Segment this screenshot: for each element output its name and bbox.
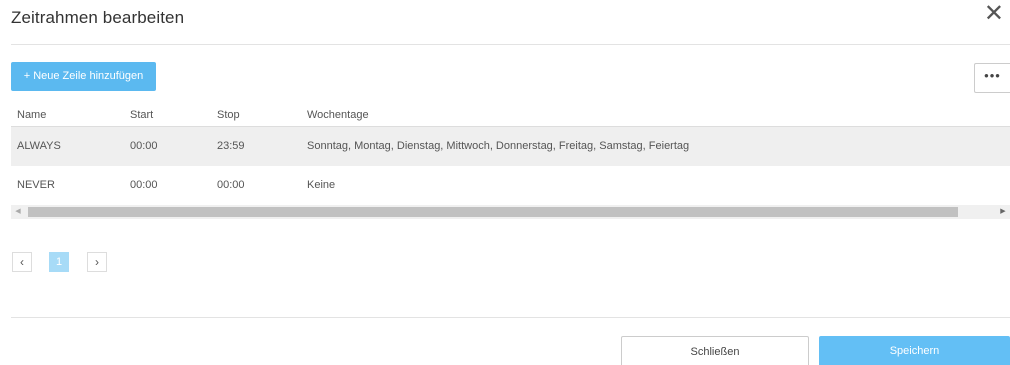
close-icon[interactable]: ✕: [984, 2, 1004, 26]
row-weekdays: Keine: [307, 179, 336, 191]
row-name: NEVER: [17, 179, 55, 191]
column-header-weekdays[interactable]: Wochentage: [307, 104, 369, 126]
column-header-stop[interactable]: Stop: [217, 104, 240, 126]
row-stop: 23:59: [217, 140, 245, 152]
more-options-button[interactable]: •••: [974, 63, 1010, 93]
edit-timeframe-dialog: Zeitrahmen bearbeiten ✕ + Neue Zeile hin…: [0, 0, 1010, 365]
scrollbar-thumb[interactable]: [28, 207, 958, 217]
column-header-start[interactable]: Start: [130, 104, 153, 126]
next-page-button[interactable]: ›: [87, 252, 107, 272]
row-name: ALWAYS: [17, 140, 61, 152]
row-start: 00:00: [130, 179, 158, 191]
table-header-row: Name Start Stop Wochentage: [11, 104, 1010, 126]
page-number-button[interactable]: 1: [49, 252, 69, 272]
table-row[interactable]: NEVER 00:00 00:00 Keine: [11, 166, 1010, 205]
scroll-left-icon[interactable]: ◀: [11, 205, 25, 219]
add-row-button[interactable]: + Neue Zeile hinzufügen: [11, 62, 156, 91]
save-button[interactable]: Speichern: [819, 336, 1010, 365]
close-button[interactable]: Schließen: [621, 336, 809, 365]
horizontal-scrollbar[interactable]: ◀ ▶: [11, 205, 1010, 219]
row-stop: 00:00: [217, 179, 245, 191]
header-divider: [11, 44, 1010, 45]
column-header-name[interactable]: Name: [17, 104, 46, 126]
footer-divider: [11, 317, 1010, 318]
row-weekdays: Sonntag, Montag, Dienstag, Mittwoch, Don…: [307, 140, 690, 152]
dialog-title: Zeitrahmen bearbeiten: [11, 8, 185, 27]
table-row[interactable]: ALWAYS 00:00 23:59 Sonntag, Montag, Dien…: [11, 126, 1010, 166]
timeframe-table: Name Start Stop Wochentage ALWAYS 00:00 …: [11, 104, 1010, 205]
previous-page-button[interactable]: ‹: [12, 252, 32, 272]
scroll-right-icon[interactable]: ▶: [996, 205, 1010, 219]
row-start: 00:00: [130, 140, 158, 152]
